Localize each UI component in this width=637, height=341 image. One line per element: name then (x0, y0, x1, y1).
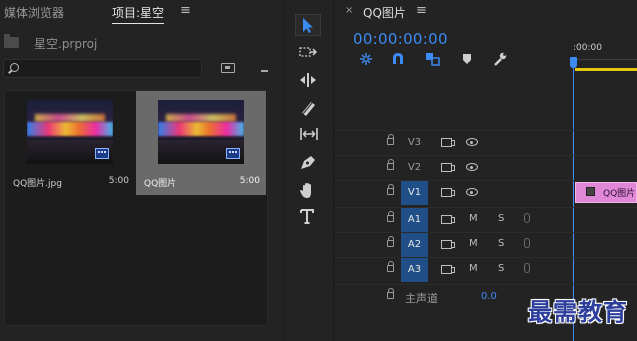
clip-item[interactable]: QQ图片.jpg 5:00 (5, 91, 135, 195)
track-a1: A1 M S (335, 207, 637, 232)
project-tab-bar: 媒体浏览器 项目:星空 ≡ (0, 0, 284, 24)
slip-tool-icon[interactable] (295, 124, 321, 146)
track-v3: V3 (335, 130, 637, 155)
watermark-logo: 最需教育 (528, 297, 628, 326)
search-icon (10, 63, 19, 72)
ripple-edit-tool-icon[interactable] (295, 70, 321, 92)
microphone-icon[interactable] (524, 263, 530, 273)
master-track-label: 主声道 (405, 292, 438, 305)
panel-menu-icon[interactable]: ≡ (180, 3, 191, 18)
track-target-a3[interactable]: A3 (401, 258, 428, 282)
track-target-a1[interactable]: A1 (401, 208, 428, 232)
clip-duration: 5:00 (108, 176, 129, 186)
sync-lock-icon[interactable] (441, 163, 455, 172)
eye-icon[interactable] (466, 188, 478, 196)
track-v2: V2 (335, 155, 637, 180)
search-box[interactable] (3, 59, 202, 78)
track-select-tool-icon[interactable] (295, 42, 321, 64)
snap-icon[interactable] (391, 52, 405, 69)
folder-icon (4, 34, 19, 48)
mute-button[interactable]: M (469, 238, 478, 249)
track-a2: A2 M S (335, 232, 637, 257)
track-target-v3[interactable]: V3 (401, 131, 428, 155)
sync-lock-icon[interactable] (441, 240, 455, 249)
close-icon[interactable]: × (345, 5, 353, 16)
clip-item-selected[interactable]: QQ图片 5:00 (136, 91, 266, 195)
microphone-icon[interactable] (524, 213, 530, 223)
clip-name: QQ图片 (144, 179, 177, 189)
work-area-bar[interactable] (575, 68, 637, 71)
clip-name: QQ图片.jpg (13, 179, 62, 189)
eye-icon[interactable] (466, 138, 478, 146)
clip-duration: 5:00 (239, 176, 260, 186)
sync-lock-icon[interactable] (441, 215, 455, 224)
playhead-handle[interactable] (570, 57, 577, 68)
timeline-panel: × QQ图片 ≡ 00:00:00:00 :00:00 V3 V2 V1 QQ图… (335, 0, 637, 341)
track-target-v1[interactable]: V1 (401, 181, 428, 205)
hand-tool-icon[interactable] (295, 180, 321, 202)
ruler-time-label: :00:00 (573, 43, 602, 53)
playhead-timecode[interactable]: 00:00:00:00 (353, 30, 448, 48)
eye-icon[interactable] (466, 163, 478, 171)
sync-lock-icon[interactable] (441, 188, 455, 197)
microphone-icon[interactable] (524, 238, 530, 248)
clip-grid: QQ图片.jpg 5:00 QQ图片 5:00 (4, 90, 268, 326)
tab-project[interactable]: 项目:星空 (112, 4, 165, 24)
master-volume-value[interactable]: 0.0 (481, 291, 497, 302)
lock-icon[interactable] (387, 184, 394, 195)
linked-selection-icon[interactable] (425, 52, 441, 69)
lock-icon[interactable] (387, 159, 394, 170)
collapse-icon[interactable] (261, 70, 268, 72)
project-file-row: 星空.prproj (0, 32, 284, 54)
selection-tool-icon[interactable] (295, 14, 321, 36)
panel-menu-icon[interactable]: ≡ (416, 3, 427, 18)
track-target-a2[interactable]: A2 (401, 233, 428, 257)
project-filename: 星空.prproj (34, 37, 98, 51)
project-panel: 媒体浏览器 项目:星空 ≡ 星空.prproj QQ图片.jpg 5:00 QQ… (0, 0, 284, 341)
mute-button[interactable]: M (469, 213, 478, 224)
sync-lock-icon[interactable] (441, 265, 455, 274)
fx-badge-icon (586, 187, 595, 196)
lock-icon[interactable] (387, 288, 394, 299)
timeline-clip[interactable]: QQ图片 (575, 182, 637, 203)
solo-button[interactable]: S (498, 238, 504, 249)
solo-button[interactable]: S (498, 213, 504, 224)
tools-panel (285, 0, 333, 341)
new-bin-icon[interactable] (221, 63, 235, 73)
search-input[interactable] (24, 61, 194, 76)
tab-media-browser[interactable]: 媒体浏览器 (4, 4, 64, 21)
track-a3: A3 M S (335, 257, 637, 282)
lock-icon[interactable] (387, 261, 394, 272)
image-sequence-icon (95, 148, 109, 159)
timeline-settings-icon[interactable] (493, 52, 507, 69)
type-tool-icon[interactable] (295, 206, 321, 228)
lock-icon[interactable] (387, 134, 394, 145)
sequence-icon (226, 148, 240, 159)
nest-toggle-icon[interactable] (359, 52, 373, 69)
add-marker-icon[interactable] (462, 52, 472, 69)
track-v1: V1 QQ图片 (335, 180, 637, 205)
track-target-v2[interactable]: V2 (401, 156, 428, 180)
lock-icon[interactable] (387, 236, 394, 247)
pen-tool-icon[interactable] (295, 152, 321, 174)
lock-icon[interactable] (387, 211, 394, 222)
solo-button[interactable]: S (498, 263, 504, 274)
razor-tool-icon[interactable] (295, 98, 321, 120)
sequence-tab-title[interactable]: QQ图片 (363, 4, 406, 21)
mute-button[interactable]: M (469, 263, 478, 274)
timeline-clip-label: QQ图片 (603, 189, 636, 199)
sync-lock-icon[interactable] (441, 138, 455, 147)
